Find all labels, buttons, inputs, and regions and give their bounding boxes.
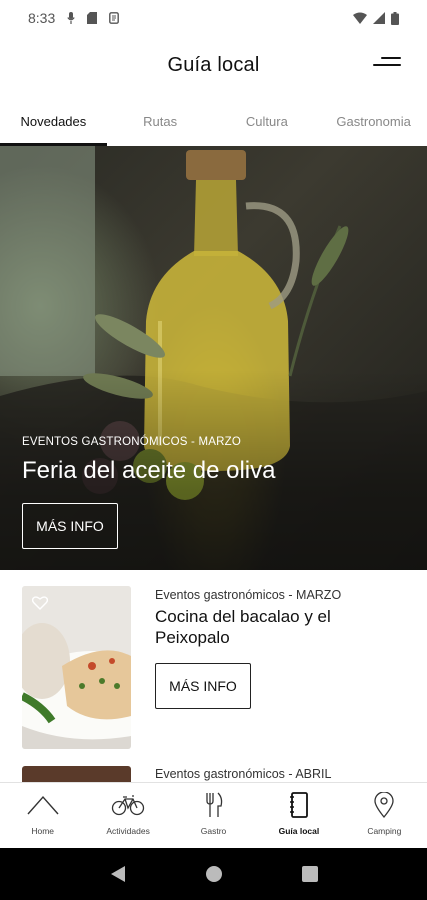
battery-icon [391, 11, 399, 25]
event-card[interactable]: Eventos gastronómicos - MARZO Cocina del… [22, 586, 407, 751]
menu-button[interactable] [373, 54, 401, 74]
card-category: Eventos gastronómicos - ABRIL [155, 767, 332, 781]
system-navigation-bar [0, 848, 427, 900]
event-thumbnail [22, 766, 131, 782]
app-header: Guía local [0, 36, 427, 94]
fork-knife-icon [203, 791, 225, 819]
card-more-info-button[interactable]: MÁS INFO [155, 663, 251, 709]
card-category: Eventos gastronómicos - MARZO [155, 588, 342, 602]
nav-label: Gastro [200, 826, 227, 836]
back-icon[interactable] [110, 865, 126, 883]
hero-more-info-button[interactable]: MÁS INFO [22, 503, 118, 549]
home-circle-icon[interactable] [205, 865, 223, 883]
status-bar: 8:33 [0, 0, 427, 36]
status-time: 8:33 [28, 10, 56, 26]
location-pin-icon [374, 791, 394, 819]
home-icon [27, 791, 59, 819]
nav-guia-local[interactable]: Guía local [256, 783, 341, 848]
menu-icon [381, 57, 401, 59]
tab-bar: Novedades Rutas Cultura Gastronomia [0, 102, 427, 146]
tab-cultura[interactable]: Cultura [214, 102, 321, 146]
nav-label: Camping [367, 826, 402, 836]
hero-banner[interactable]: EVENTOS GASTRONÓMICOS - MARZO Feria del … [0, 146, 427, 570]
nav-actividades[interactable]: Actividades [85, 783, 170, 848]
sync-icon [109, 12, 120, 24]
recents-icon[interactable] [301, 866, 318, 882]
signal-icon [373, 12, 385, 24]
wifi-icon [353, 12, 367, 24]
tab-novedades[interactable]: Novedades [0, 102, 107, 146]
tab-rutas[interactable]: Rutas [107, 102, 214, 146]
notebook-icon [289, 791, 309, 819]
nav-camping[interactable]: Camping [342, 783, 427, 848]
nav-home[interactable]: Home [0, 783, 85, 848]
page-title: Guía local [167, 53, 260, 76]
nav-gastro[interactable]: Gastro [171, 783, 256, 848]
hero-category: EVENTOS GASTRONÓMICOS - MARZO [22, 436, 241, 448]
card-title: Cocina del bacalao y el Peixopalo [155, 607, 331, 647]
event-card[interactable]: Eventos gastronómicos - ABRIL [22, 766, 407, 782]
favorite-heart-icon[interactable] [31, 596, 49, 615]
nav-label: Guía local [278, 826, 320, 836]
tab-gastronomia[interactable]: Gastronomia [320, 102, 427, 146]
nav-label: Home [31, 826, 55, 836]
bottom-navigation: Home Actividades Gastro Guía local Campi… [0, 782, 427, 848]
nav-label: Actividades [106, 826, 150, 836]
sd-card-icon [87, 12, 98, 24]
hero-title: Feria del aceite de oliva [22, 457, 276, 484]
bicycle-icon [111, 791, 145, 819]
mic-icon [67, 12, 75, 24]
